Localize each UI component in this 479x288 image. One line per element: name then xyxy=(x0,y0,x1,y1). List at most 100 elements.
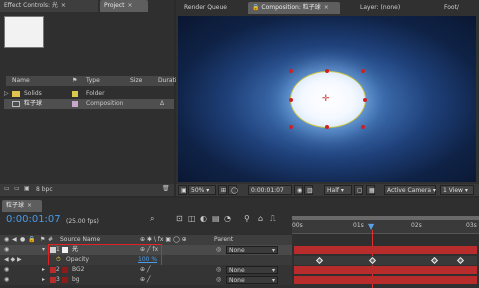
magnification-dropdown[interactable]: 50% ▾ xyxy=(188,185,216,195)
parent-pickwhip-icon[interactable]: ◎ xyxy=(216,265,221,275)
composition-lock-icon[interactable]: 🔒 xyxy=(252,4,261,11)
tab-footage[interactable]: Foot/ xyxy=(440,2,463,14)
search-icon[interactable]: ⌕ xyxy=(150,214,154,224)
audio-switch-icon[interactable]: ◀ xyxy=(12,235,17,245)
mask-vertex-handle[interactable] xyxy=(289,98,293,102)
work-area-bar[interactable] xyxy=(292,216,479,220)
trash-icon[interactable]: 🗑 xyxy=(162,185,170,192)
tab-render-queue[interactable]: Render Queue xyxy=(180,2,231,14)
column-parent[interactable]: Parent xyxy=(214,235,233,245)
layer-duration-bar-2[interactable] xyxy=(294,266,477,274)
mask-vertex-handle[interactable] xyxy=(289,69,293,73)
layer-name[interactable]: bg xyxy=(72,275,80,285)
view-layout-dropdown[interactable]: 1 View ▾ xyxy=(440,185,474,195)
solo-switch-icon[interactable]: ● xyxy=(20,235,25,245)
layer-row-3[interactable]: ◉ ▸ 3 bg ⊕ ╱ ◎ None ▾ xyxy=(0,275,292,285)
color-depth[interactable]: 8 bpc xyxy=(36,186,53,193)
frame-blending-icon[interactable]: ▤ xyxy=(212,214,220,223)
tab-composition[interactable]: 🔒 Composition: 粒子球 × xyxy=(248,2,340,14)
layer-switches[interactable]: ⊕ ╱ xyxy=(140,275,151,285)
column-duration[interactable]: Durati xyxy=(158,76,177,86)
brainstorm-icon[interactable]: ⌂ xyxy=(258,214,263,223)
mask-vertex-handle[interactable] xyxy=(325,125,329,129)
label-column-icon[interactable]: ⚑ xyxy=(40,235,45,245)
mask-visibility-icon[interactable]: ◯ xyxy=(228,185,238,195)
chart-icon[interactable]: ⎍ xyxy=(270,214,276,224)
timeline-timecode[interactable]: 0:00:01:07 xyxy=(6,214,61,225)
resolution-dropdown[interactable]: Half ▾ xyxy=(324,185,352,195)
eye-icon[interactable]: ◉ xyxy=(4,265,9,275)
label-color-swatch xyxy=(72,101,78,107)
mask-vertex-handle[interactable] xyxy=(361,125,365,129)
draft-3d-icon[interactable]: ◫ xyxy=(188,214,196,223)
project-footer: ▭ ▭ ▣ 8 bpc 🗑 xyxy=(0,184,174,196)
composition-mini-flowchart-icon[interactable]: ⊡ xyxy=(176,214,183,223)
chevron-down-icon: ▾ xyxy=(271,277,275,284)
mask-vertex-handle[interactable] xyxy=(289,125,293,129)
eye-icon[interactable]: ◉ xyxy=(4,275,9,285)
transparency-grid-icon[interactable]: ▦ xyxy=(366,185,375,195)
column-size[interactable]: Size xyxy=(130,76,142,86)
label-icon[interactable]: ⚑ xyxy=(72,76,77,86)
tab-label: Layer: (none) xyxy=(360,4,401,11)
camera-value: Active Camera xyxy=(387,187,432,194)
parent-pickwhip-icon[interactable]: ◎ xyxy=(216,245,221,255)
project-item-composition[interactable]: 粒子球 Composition Δ xyxy=(4,99,174,109)
column-type[interactable]: Type xyxy=(86,76,100,86)
folder-icon xyxy=(12,91,20,97)
expand-triangle-icon[interactable]: ▸ xyxy=(42,275,45,285)
eye-icon[interactable]: ◉ xyxy=(4,245,9,255)
close-icon[interactable]: × xyxy=(61,2,66,9)
expand-triangle-icon[interactable]: ▾ xyxy=(42,245,45,255)
tab-label: Foot/ xyxy=(444,4,459,11)
views-value: 1 View xyxy=(443,187,463,194)
disclosure-triangle-icon[interactable]: ▷ xyxy=(4,89,9,99)
new-composition-icon[interactable]: ▣ xyxy=(24,185,30,192)
layer-duration-bar-3[interactable] xyxy=(294,276,477,284)
parent-dropdown[interactable]: None ▾ xyxy=(226,276,278,284)
hide-shy-layers-icon[interactable]: ◐ xyxy=(200,214,207,223)
interpret-footage-icon[interactable]: ▭ xyxy=(4,185,10,192)
region-of-interest-icon[interactable]: ▢ xyxy=(354,185,363,195)
mask-vertex-handle[interactable] xyxy=(363,98,367,102)
parent-pickwhip-icon[interactable]: ◎ xyxy=(216,275,221,285)
lock-switch-icon[interactable]: 🔒 xyxy=(28,235,35,245)
show-channel-icon[interactable]: ▥ xyxy=(304,185,313,195)
layer-switches[interactable]: ⊕ ╱ xyxy=(140,265,151,275)
layer-name[interactable]: BG2 xyxy=(72,265,84,275)
mask-vertex-handle[interactable] xyxy=(361,69,365,73)
tab-layer[interactable]: Layer: (none) xyxy=(356,2,404,14)
graph-editor-icon[interactable]: ⚲ xyxy=(244,214,250,223)
parent-dropdown[interactable]: None ▾ xyxy=(226,266,278,274)
tab-project[interactable]: Project × xyxy=(100,0,148,12)
expand-triangle-icon[interactable]: ▸ xyxy=(42,265,45,275)
layer-row-2[interactable]: ◉ ▸ 2 BG2 ⊕ ╱ ◎ None ▾ xyxy=(0,265,292,275)
motion-blur-icon[interactable]: ◔ xyxy=(224,214,231,223)
3d-view-dropdown[interactable]: Active Camera ▾ xyxy=(384,185,436,195)
close-icon[interactable]: × xyxy=(128,2,133,9)
anchor-point-icon[interactable]: ✛ xyxy=(322,94,330,104)
tab-effect-controls[interactable]: Effect Controls: 光 × xyxy=(0,0,98,12)
column-name[interactable]: Name xyxy=(12,76,30,86)
effect-controls-tab-label: Effect Controls: 光 xyxy=(4,2,58,9)
snapshot-icon[interactable]: ◉ xyxy=(294,185,303,195)
close-icon[interactable]: × xyxy=(324,4,329,11)
project-item-solids[interactable]: ▷ Solids Folder xyxy=(4,89,174,99)
parent-dropdown[interactable]: None ▾ xyxy=(226,246,278,254)
item-type: Folder xyxy=(86,90,105,97)
layer-number: 2 xyxy=(56,266,60,273)
mask-vertex-handle[interactable] xyxy=(325,69,329,73)
video-switch-icon[interactable]: ◉ xyxy=(4,235,9,245)
new-folder-icon[interactable]: ▭ xyxy=(14,185,20,192)
always-preview-icon[interactable]: ▣ xyxy=(178,185,187,195)
layer-duration-bar-1[interactable] xyxy=(294,246,477,254)
current-time-field[interactable]: 0:00:01:07 xyxy=(248,185,292,195)
parent-value: None xyxy=(229,267,245,274)
keyframe-nav-icon[interactable]: ◀ ◆ ▶ xyxy=(4,255,22,265)
ruler-label-0: 00s xyxy=(292,222,303,229)
ruler-label-2: 02s xyxy=(411,222,422,229)
safe-zones-icon[interactable]: ⊞ xyxy=(218,185,227,195)
tab-timeline[interactable]: 粒子球 × xyxy=(2,200,42,212)
tab-label: Render Queue xyxy=(184,4,227,11)
close-icon[interactable]: × xyxy=(27,202,32,209)
